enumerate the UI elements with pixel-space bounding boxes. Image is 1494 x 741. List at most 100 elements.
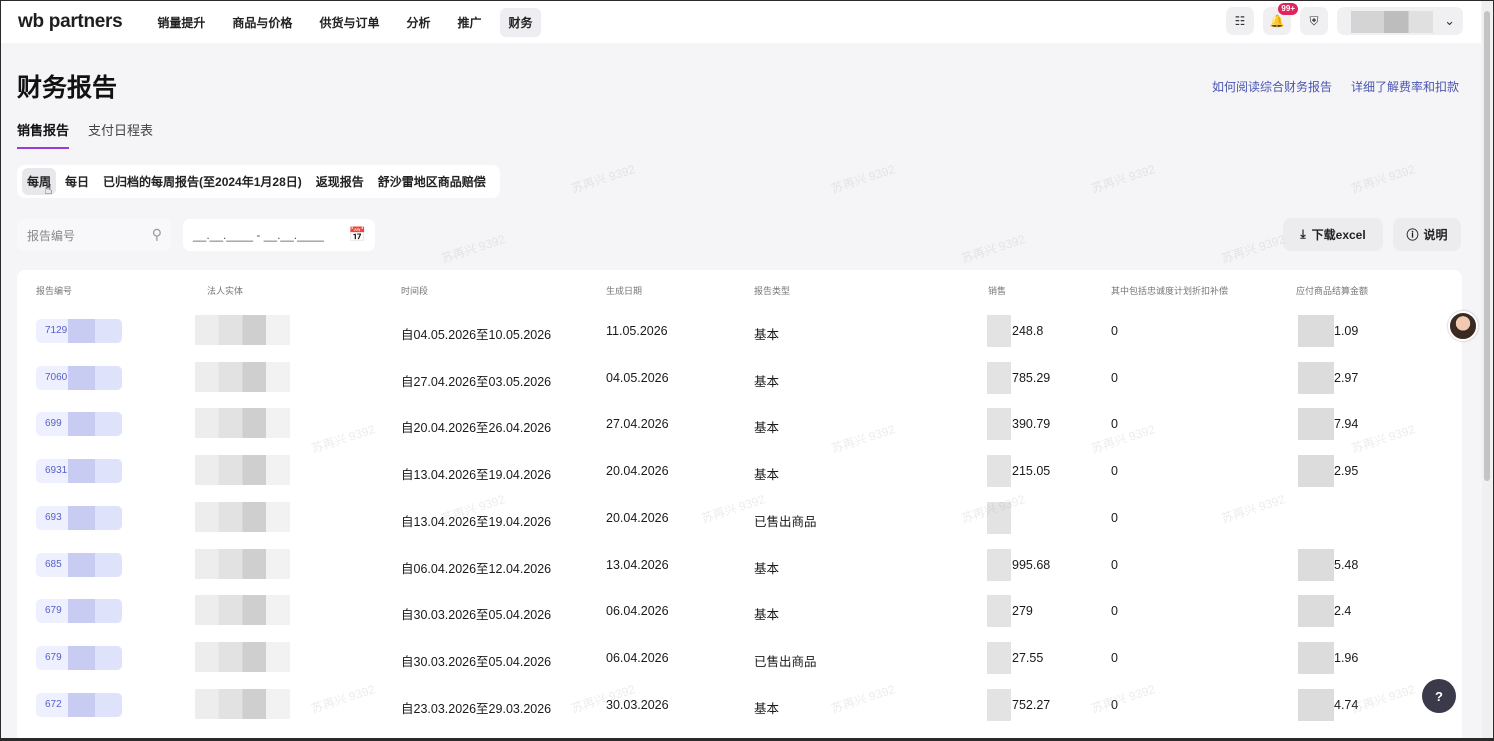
report-id-link[interactable]: 672 (36, 692, 122, 717)
legal-entity-blurred (195, 408, 290, 439)
table-row[interactable]: 699 自20.04.2026至26.04.2026 27.04.2026 基本 390… (17, 402, 1462, 448)
col-loyalty-compensation[interactable]: 其中包括忠诚度计划折扣补偿 (1111, 284, 1228, 297)
account-name-blurred (1351, 11, 1433, 33)
report-id-link[interactable]: 693 (36, 505, 122, 530)
link-how-to-read-report[interactable]: 如何阅读综合财务报告 (1212, 78, 1332, 95)
shield-button[interactable]: ⛨ (1300, 7, 1328, 35)
download-excel-label: 下载excel (1311, 228, 1366, 242)
col-sales[interactable]: 销售 (988, 284, 1006, 297)
nav-item-analytics[interactable]: 分析 (398, 8, 438, 37)
sales-cell: 785.29 (1012, 370, 1051, 385)
tab-sales-report[interactable]: 销售报告 (17, 120, 70, 149)
scrollbar[interactable] (1482, 1, 1492, 738)
calendar-icon: 📅 (348, 226, 366, 242)
loyalty-cell: 0 (1111, 370, 1118, 385)
help-fab-button[interactable]: ? (1422, 679, 1456, 713)
period-cell: 自13.04.2026至19.04.2026 (401, 468, 552, 483)
chat-button[interactable]: ☷ (1226, 7, 1254, 35)
col-report-number[interactable]: 报告编号 (36, 284, 72, 297)
report-type-cell: 基本 (754, 608, 780, 623)
sales-blurred (987, 408, 1011, 441)
table-row[interactable]: 679 自30.03.2026至05.04.2026 06.04.2026 已售出商品… (17, 636, 1462, 682)
report-id-blurred (68, 459, 122, 484)
created-date-cell: 11.05.2026 (606, 324, 668, 338)
payable-cell: 2.97 (1334, 370, 1359, 385)
report-id: 685 (45, 558, 62, 570)
watermark: 苏再兴 9392 (1219, 232, 1287, 266)
loyalty-cell: 0 (1111, 510, 1118, 525)
watermark: 苏再兴 9392 (959, 232, 1027, 266)
col-created-date[interactable]: 生成日期 (606, 284, 642, 297)
col-report-type[interactable]: 报告类型 (754, 284, 790, 297)
date-range-input[interactable]: __.__.____ - __.__.____ (193, 228, 324, 242)
legal-entity-blurred (195, 641, 290, 672)
sales-blurred (987, 455, 1011, 488)
table-row[interactable]: 672 自23.03.2026至29.03.2026 30.03.2026 基本 752… (17, 683, 1462, 729)
created-date-cell: 27.04.2026 (606, 417, 669, 432)
notification-badge: 99+ (1278, 3, 1298, 15)
col-period[interactable]: 时间段 (401, 284, 428, 297)
date-range-picker[interactable]: __.__.____ - __.__.____ 📅 (183, 219, 375, 251)
table-row[interactable]: 7060 自27.04.2026至03.05.2026 04.05.2026 基本 78… (17, 356, 1462, 402)
report-id-link[interactable]: 685 (36, 552, 122, 577)
sales-blurred (987, 315, 1011, 347)
report-id: 679 (45, 605, 62, 617)
search-icon: ⚲ (151, 226, 162, 242)
period-cell: 自04.05.2026至10.05.2026 (401, 328, 552, 342)
shield-icon: ⛨ (1309, 13, 1319, 28)
payable-cell: 2.95 (1334, 464, 1359, 479)
report-id-link[interactable]: 7060 (36, 365, 122, 390)
help-button[interactable]: ⓘ 说明 (1393, 218, 1461, 251)
sales-cell: 279 (1012, 604, 1033, 619)
account-menu[interactable]: ⌄ (1337, 7, 1463, 35)
chevron-down-icon: ⌄ (1444, 13, 1455, 28)
col-legal-entity[interactable]: 法人实体 (207, 284, 243, 297)
question-circle-icon: ⓘ (1406, 228, 1419, 242)
nav-item-finance[interactable]: 财务 (500, 7, 541, 37)
logo[interactable]: wb partners (18, 11, 123, 33)
sales-cell: 27.55 (1012, 650, 1044, 665)
nav-item-products-prices[interactable]: 商品与价格 (224, 8, 300, 37)
search-input[interactable]: 报告编号 (27, 227, 75, 244)
sales-cell: 248.8 (1012, 324, 1044, 338)
report-id-link[interactable]: 679 (36, 645, 122, 670)
report-id-link[interactable]: 6931 (36, 459, 122, 484)
report-id-link[interactable]: 699 (36, 412, 122, 437)
sales-blurred (987, 595, 1011, 628)
loyalty-cell: 0 (1111, 650, 1118, 665)
report-id-blurred (68, 505, 122, 530)
link-fees-and-deductions[interactable]: 详细了解费率和扣款 (1351, 78, 1459, 95)
table-row[interactable]: 7129 自04.05.2026至10.05.2026 11.05.2026 基本 24… (17, 309, 1462, 355)
col-payable-amount[interactable]: 应付商品结算金额 (1296, 284, 1368, 297)
payable-blurred (1298, 595, 1334, 628)
report-type-cell: 基本 (754, 468, 780, 483)
filter-compensation[interactable]: 舒沙雷地区商品赔偿 (373, 168, 491, 195)
report-id: 672 (45, 698, 62, 710)
page-title: 财务报告 (17, 74, 118, 102)
filter-cashback[interactable]: 返现报告 (311, 168, 369, 195)
period-cell: 自30.03.2026至05.04.2026 (401, 608, 552, 623)
filter-daily[interactable]: 每日 (60, 168, 94, 195)
report-id-blurred (68, 319, 122, 343)
table-row[interactable]: 6931 自13.04.2026至19.04.2026 20.04.2026 基本 21… (17, 449, 1462, 495)
download-excel-button[interactable]: ⤓ 下载excel (1283, 218, 1383, 251)
table-row[interactable]: 685 自06.04.2026至12.04.2026 13.04.2026 基本 995… (17, 543, 1462, 589)
report-id-link[interactable]: 679 (36, 599, 122, 624)
watermark: 苏再兴 9392 (1349, 162, 1417, 196)
loyalty-cell: 0 (1111, 324, 1118, 338)
nav-item-supply-orders[interactable]: 供货与订单 (311, 8, 387, 37)
report-id-link[interactable]: 7129 (36, 319, 122, 343)
period-filters: 每周 每日 已归档的每周报告(至2024年1月28日) 返现报告 舒沙雷地区商品… (17, 165, 500, 198)
notifications-button[interactable]: 🔔 99+ (1263, 3, 1298, 35)
nav-item-promotion[interactable]: 推广 (449, 8, 489, 37)
report-number-search[interactable]: 报告编号 ⚲ (17, 219, 171, 251)
tab-payment-schedule[interactable]: 支付日程表 (88, 120, 153, 149)
report-tabs: 销售报告 支付日程表 (17, 120, 172, 149)
scroll-thumb[interactable] (1484, 11, 1490, 481)
sales-blurred (987, 548, 1011, 581)
table-row[interactable]: 679 自30.03.2026至05.04.2026 06.04.2026 基本 279… (17, 589, 1462, 635)
support-avatar[interactable] (1448, 311, 1478, 341)
report-id: 699 (45, 418, 62, 430)
filter-archived-weekly[interactable]: 已归档的每周报告(至2024年1月28日) (98, 168, 307, 195)
nav-item-sales-growth[interactable]: 销量提升 (149, 8, 213, 37)
